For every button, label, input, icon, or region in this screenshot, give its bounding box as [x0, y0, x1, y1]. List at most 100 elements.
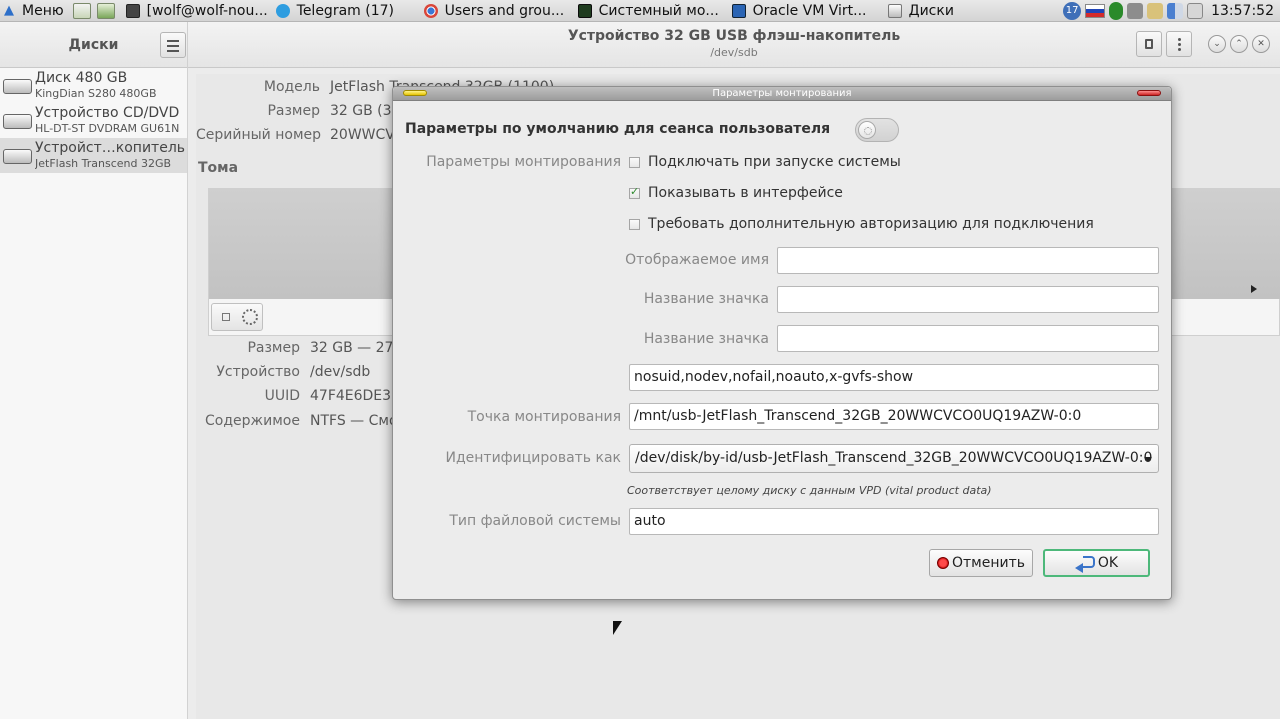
mount-point-input[interactable]: /mnt/usb-JetFlash_Transcend_32GB_20WWCVC… — [629, 403, 1159, 430]
app-menu-button[interactable] — [160, 32, 186, 58]
task-telegram[interactable]: Telegram (17) — [275, 1, 416, 21]
chrome-icon — [423, 3, 438, 18]
checkbox-label: Требовать дополнительную авторизацию для… — [648, 216, 1094, 232]
drive-item-usb[interactable]: Устройст…копитель JetFlash Transcend 32G… — [0, 138, 187, 173]
telegram-icon — [275, 3, 290, 18]
info-key: UUID — [264, 388, 300, 404]
unmount-icon[interactable] — [222, 313, 230, 321]
volume-icon[interactable] — [1127, 2, 1144, 19]
task-system-monitor[interactable]: Системный мо... — [577, 1, 724, 21]
info-value: 32 GB — 27 — [310, 340, 394, 356]
display-name-input[interactable] — [777, 247, 1159, 274]
eject-icon — [1145, 39, 1153, 49]
taskbar: ▲ Меню [wolf@wolf-nou... Telegram (17) U… — [0, 0, 1280, 22]
task-browser[interactable]: Users and grou... — [423, 1, 570, 21]
identify-as-value: /dev/disk/by-id/usb-JetFlash_Transcend_3… — [635, 450, 1153, 466]
drive-menu-button[interactable] — [1166, 31, 1192, 57]
battery-icon[interactable] — [1187, 2, 1204, 19]
info-value: /dev/sdb — [310, 364, 371, 380]
clock[interactable]: 13:57:52 — [1211, 3, 1274, 19]
mount-options-label: Параметры монтирования — [426, 154, 621, 170]
info-value: NTFS — Смо — [310, 413, 398, 429]
hamburger-icon — [167, 40, 179, 42]
show-in-ui-checkbox[interactable]: Показывать в интерфейсе — [629, 185, 843, 201]
menu-logo-icon: ▲ — [4, 2, 14, 18]
notification-badge[interactable]: 17 — [1063, 1, 1082, 20]
info-key: Устройство — [216, 364, 300, 380]
symbolic-icon-name-label: Название значка — [643, 331, 769, 347]
file-manager-launcher-icon[interactable] — [72, 2, 91, 19]
usb-drive-icon — [2, 146, 32, 166]
dialog-titlebar[interactable]: Параметры монтирования — [393, 87, 1171, 101]
session-defaults-switch[interactable] — [855, 118, 899, 142]
drive-name: Устройст…копитель — [35, 140, 186, 156]
identify-as-hint: Соответствует целому диску с данным VPD … — [627, 484, 992, 497]
icon-name-input[interactable] — [777, 286, 1159, 313]
drive-list: Диск 480 GB KingDian S280 480GB Устройст… — [0, 68, 188, 719]
power-off-button[interactable] — [1136, 31, 1162, 57]
dialog-close-button[interactable] — [1137, 90, 1161, 96]
ok-button[interactable]: OK — [1043, 549, 1150, 577]
task-label: Системный мо... — [598, 2, 719, 19]
volume-row-device: Устройство/dev/sdb — [196, 364, 370, 380]
task-disks[interactable]: Диски — [887, 1, 978, 21]
window-minimize-button[interactable]: ⌄ — [1208, 35, 1226, 53]
keyboard-layout-flag-icon[interactable] — [1085, 3, 1106, 18]
ok-label: OK — [1097, 555, 1119, 571]
start-menu-button[interactable]: ▲ Меню — [0, 0, 70, 22]
drive-item-ssd[interactable]: Диск 480 GB KingDian S280 480GB — [0, 68, 187, 103]
checkbox-checked-icon — [629, 185, 640, 199]
switch-knob-icon — [858, 121, 876, 139]
hard-drive-icon — [2, 76, 32, 96]
clipboard-icon[interactable] — [1147, 2, 1164, 19]
return-arrow-icon — [1074, 556, 1095, 573]
task-label: Oracle VM Virt... — [752, 2, 867, 19]
drive-item-cdrom[interactable]: Устройство CD/DVD HL-DT-ST DVDRAM GU61N — [0, 103, 187, 138]
terminal-icon — [125, 3, 140, 18]
network-signal-icon[interactable] — [1167, 2, 1184, 19]
info-key: Серийный номер — [196, 127, 322, 143]
volume-row-size: Размер 32 GB — 27 — [196, 340, 393, 356]
task-label: Диски — [908, 2, 954, 19]
dialog-title: Параметры монтирования — [712, 88, 852, 99]
gear-icon[interactable] — [242, 309, 258, 325]
disks-headerbar: Диски Устройство 32 GB USB флэш-накопите… — [0, 22, 1280, 68]
filesystem-type-input[interactable]: auto — [629, 508, 1159, 535]
identify-as-dropdown[interactable]: /dev/disk/by-id/usb-JetFlash_Transcend_3… — [629, 444, 1159, 473]
bluetooth-icon[interactable] — [1109, 1, 1124, 20]
drive-model: HL-DT-ST DVDRAM GU61N — [35, 121, 180, 135]
kebab-menu-icon — [1178, 38, 1181, 41]
mount-options-input[interactable]: nosuid,nodev,nofail,noauto,x-gvfs-show — [629, 364, 1159, 391]
mount-point-label: Точка монтирования — [467, 409, 621, 425]
screenshot-launcher-icon[interactable] — [96, 2, 115, 19]
info-row-serial: Серийный номер 20WWCV — [196, 127, 395, 143]
filesystem-type-label: Тип файловой системы — [449, 513, 621, 529]
scroll-right-icon[interactable] — [1251, 285, 1257, 293]
session-defaults-label: Параметры по умолчанию для сеанса пользо… — [405, 121, 831, 137]
symbolic-icon-name-input[interactable] — [777, 325, 1159, 352]
window-maximize-button[interactable]: ⌃ — [1230, 35, 1248, 53]
menu-label: Меню — [22, 2, 64, 19]
require-auth-checkbox[interactable]: Требовать дополнительную авторизацию для… — [629, 216, 1094, 232]
checkbox-label: Показывать в интерфейсе — [648, 185, 843, 201]
checkbox-label: Подключать при запуске системы — [648, 154, 901, 170]
task-terminal[interactable]: [wolf@wolf-nou... — [125, 1, 268, 21]
device-path: /dev/sdb — [710, 46, 758, 59]
info-key: Размер — [247, 340, 300, 356]
cancel-button[interactable]: Отменить — [929, 549, 1033, 577]
virtualbox-icon — [731, 3, 746, 18]
drive-name: Диск 480 GB — [35, 70, 128, 86]
dialog-minimize-button[interactable] — [403, 90, 427, 96]
info-value: 20WWCV — [330, 127, 395, 143]
info-value: 32 GB (31 — [330, 103, 401, 119]
display-name-label: Отображаемое имя — [625, 252, 769, 268]
window-close-button[interactable]: ✕ — [1252, 35, 1270, 53]
checkbox-icon — [629, 218, 640, 230]
task-virtualbox[interactable]: Oracle VM Virt... — [731, 1, 880, 21]
mount-options-dialog: Параметры монтирования Параметры по умол… — [392, 86, 1172, 600]
icon-name-label: Название значка — [643, 291, 769, 307]
volume-row-contents: Содержимое NTFS — Смо — [196, 413, 398, 429]
mount-at-startup-checkbox[interactable]: Подключать при запуске системы — [629, 154, 901, 170]
device-title: Устройство 32 GB USB флэш-накопитель — [567, 28, 901, 44]
info-row-size: Размер 32 GB (31 — [196, 103, 400, 119]
